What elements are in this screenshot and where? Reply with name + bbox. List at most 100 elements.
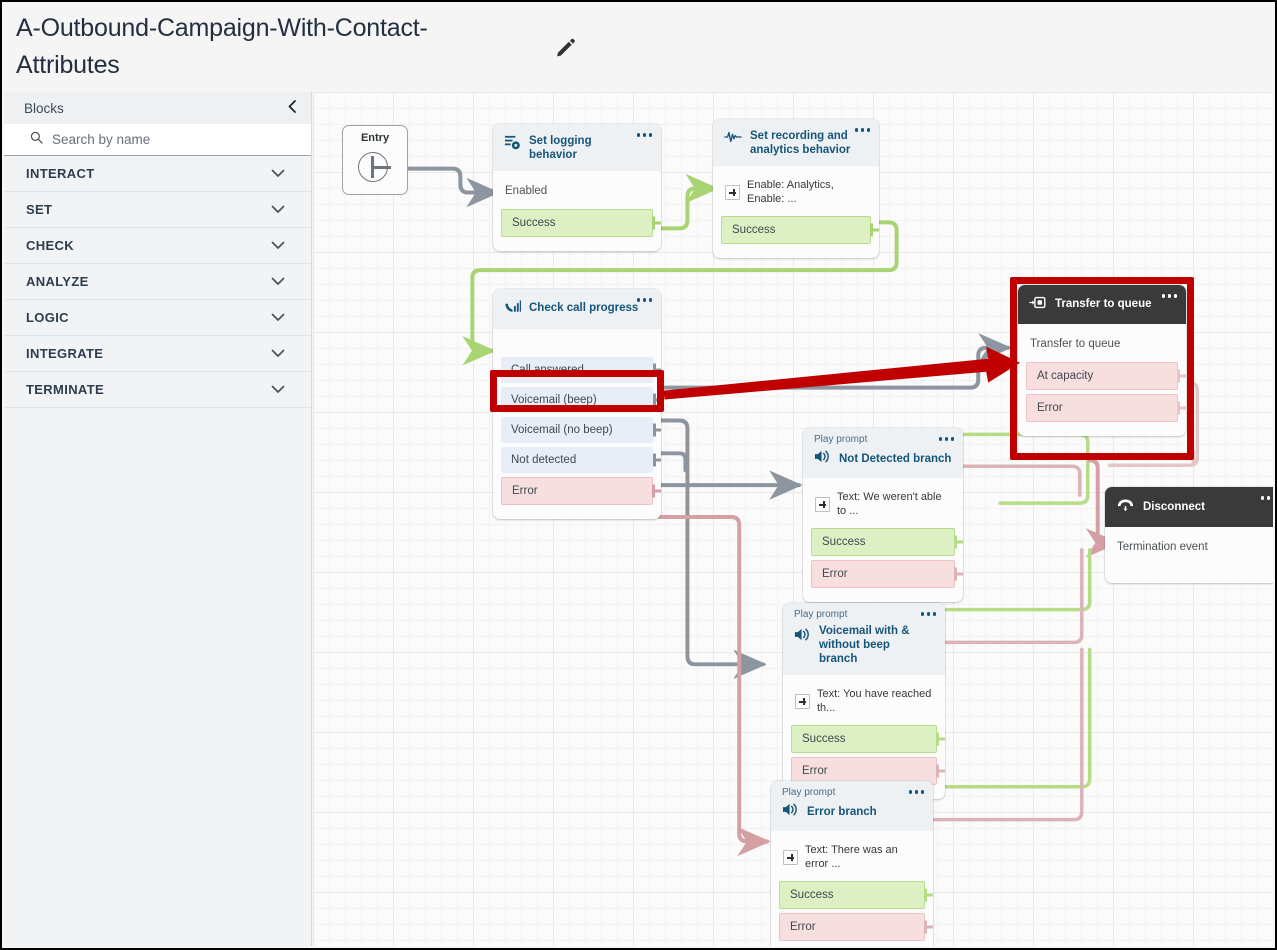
expand-plus-icon[interactable] <box>795 693 810 709</box>
sidebar-item-interact[interactable]: INTERACT <box>4 156 311 192</box>
port-connector-stub[interactable] <box>653 423 661 437</box>
more-options-icon[interactable] <box>636 298 652 302</box>
more-options-icon[interactable] <box>636 133 652 137</box>
block-set-recording-analytics-behavior[interactable]: Set recording and analytics behavior Ena… <box>713 119 879 258</box>
port-connector-stub[interactable] <box>924 888 933 902</box>
block-subtitle: Play prompt <box>794 609 848 620</box>
block-header[interactable]: Play prompt Error branch <box>771 781 933 831</box>
port-error[interactable]: Error <box>811 560 963 588</box>
block-header[interactable]: Play prompt Not Detected branch <box>803 428 963 478</box>
block-set-logging-behavior[interactable]: Set logging behavior Enabled Success <box>493 124 661 251</box>
chevron-down-icon[interactable] <box>271 202 285 217</box>
port-label: Error <box>802 765 828 777</box>
port-connector-stub[interactable] <box>870 223 879 237</box>
port-voicemail-beep[interactable]: Voicemail (beep) <box>501 387 661 413</box>
port-label: Error <box>822 568 848 580</box>
port-connector-stub[interactable] <box>936 764 945 778</box>
block-header[interactable]: Play prompt Voicemail with & without bee… <box>783 603 945 675</box>
more-options-icon[interactable] <box>854 128 870 132</box>
block-parameter-row[interactable]: Text: There was an error ... <box>771 837 933 877</box>
block-parameter-row[interactable]: Enable: Analytics, Enable: ... <box>713 172 879 212</box>
chevron-down-icon[interactable] <box>271 346 285 361</box>
block-play-prompt-error[interactable]: Play prompt Error branch Text: There was… <box>771 781 933 946</box>
port-connector-stub[interactable] <box>1177 369 1186 383</box>
sidebar-item-check[interactable]: CHECK <box>4 228 311 264</box>
block-play-prompt-not-detected[interactable]: Play prompt Not Detected branch Text: We… <box>803 428 963 602</box>
block-check-call-progress[interactable]: Check call progress Call answered Voicem… <box>493 289 661 519</box>
sidebar-item-label: TERMINATE <box>26 382 105 397</box>
port-label: Success <box>802 733 846 745</box>
block-body: Enable: Analytics, Enable: ... Success <box>713 166 879 258</box>
port-label: Voicemail (no beep) <box>511 424 613 436</box>
call-progress-icon <box>504 299 521 320</box>
search-icon <box>30 131 43 149</box>
block-header[interactable]: Disconnect <box>1105 487 1273 527</box>
block-body: Enabled Success <box>493 171 661 251</box>
more-options-icon[interactable] <box>920 612 936 616</box>
more-options-icon[interactable] <box>908 790 924 794</box>
chevron-down-icon[interactable] <box>271 274 285 289</box>
port-not-detected[interactable]: Not detected <box>501 447 661 473</box>
port-connector-stub[interactable] <box>653 363 661 377</box>
port-success[interactable]: Success <box>501 209 661 237</box>
port-error[interactable]: Error <box>1026 394 1186 422</box>
port-label: Not detected <box>511 454 577 466</box>
sidebar-item-integrate[interactable]: INTEGRATE <box>4 336 311 372</box>
more-options-icon[interactable] <box>1260 496 1273 500</box>
chevron-down-icon[interactable] <box>271 310 285 325</box>
expand-plus-icon[interactable] <box>783 849 798 865</box>
search-input[interactable]: Search by name <box>4 124 311 156</box>
flow-canvas[interactable]: Entry Set logging behavior Enabled Succe… <box>313 92 1273 946</box>
chevron-down-icon[interactable] <box>271 382 285 397</box>
port-error[interactable]: Error <box>779 913 933 941</box>
block-parameter-label: Enable: Analytics, Enable: ... <box>747 179 834 205</box>
block-header[interactable]: Transfer to queue <box>1018 285 1186 324</box>
port-connector-stub[interactable] <box>653 453 661 467</box>
port-connector-stub[interactable] <box>936 732 945 746</box>
sidebar-item-label: SET <box>26 202 53 217</box>
block-disconnect[interactable]: Disconnect Termination event <box>1105 487 1273 583</box>
port-call-answered[interactable]: Call answered <box>501 357 661 383</box>
port-error[interactable]: Error <box>501 477 661 505</box>
port-connector-stub[interactable] <box>653 393 661 407</box>
block-header[interactable]: Check call progress <box>493 289 661 329</box>
blocks-sidebar: Blocks Search by name INTERACT SET CHECK… <box>4 92 312 946</box>
port-connector-stub[interactable] <box>652 216 661 230</box>
sidebar-item-label: INTERACT <box>26 166 95 181</box>
block-header[interactable]: Set recording and analytics behavior <box>713 119 879 166</box>
more-options-icon[interactable] <box>938 437 954 441</box>
sidebar-item-logic[interactable]: LOGIC <box>4 300 311 336</box>
port-label: Error <box>1037 402 1063 414</box>
more-options-icon[interactable] <box>1161 294 1177 298</box>
chevron-left-icon[interactable] <box>286 99 299 118</box>
port-connector-stub[interactable] <box>954 567 963 581</box>
chevron-down-icon[interactable] <box>271 238 285 253</box>
port-success[interactable]: Success <box>791 725 945 753</box>
port-success[interactable]: Success <box>811 528 963 556</box>
pencil-icon[interactable] <box>553 34 579 60</box>
entry-node[interactable]: Entry <box>342 125 408 195</box>
port-connector-stub[interactable] <box>954 535 963 549</box>
block-parameter-row[interactable]: Text: You have reached th... <box>783 681 945 721</box>
block-parameter-row[interactable]: Text: We weren't able to ... <box>803 484 963 524</box>
sidebar-item-terminate[interactable]: TERMINATE <box>4 372 311 408</box>
port-connector-stub[interactable] <box>924 920 933 934</box>
block-header[interactable]: Set logging behavior <box>493 124 661 171</box>
port-label: Voicemail (beep) <box>511 394 597 406</box>
block-transfer-to-queue[interactable]: Transfer to queue Transfer to queue At c… <box>1018 285 1186 436</box>
port-at-capacity[interactable]: At capacity <box>1026 362 1186 390</box>
log-settings-icon <box>504 134 521 156</box>
sidebar-item-set[interactable]: SET <box>4 192 311 228</box>
chevron-down-icon[interactable] <box>271 166 285 181</box>
port-success[interactable]: Success <box>779 881 933 909</box>
port-connector-stub[interactable] <box>652 484 661 498</box>
port-voicemail-no-beep[interactable]: Voicemail (no beep) <box>501 417 661 443</box>
expand-plus-icon[interactable] <box>815 496 830 512</box>
sidebar-item-analyze[interactable]: ANALYZE <box>4 264 311 300</box>
port-success[interactable]: Success <box>721 216 879 244</box>
port-label: Call answered <box>511 364 584 376</box>
expand-plus-icon[interactable] <box>725 184 740 200</box>
port-label: Success <box>732 224 776 236</box>
block-play-prompt-voicemail[interactable]: Play prompt Voicemail with & without bee… <box>783 603 945 799</box>
port-connector-stub[interactable] <box>1177 401 1186 415</box>
